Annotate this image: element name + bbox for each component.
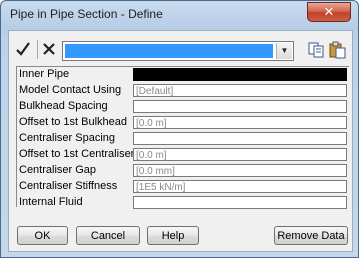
property-row-centraliser-spacing: Centraliser Spacing — [17, 131, 349, 147]
close-button[interactable]: ✕ — [307, 2, 351, 22]
centraliser-gap-field[interactable]: [0.0 mm] — [133, 164, 347, 177]
copy-icon — [308, 42, 324, 58]
toolbar-separator — [37, 40, 38, 59]
property-row-inner-pipe: Inner Pipe — [17, 67, 349, 83]
copy-button[interactable] — [308, 41, 326, 59]
property-row-internal-fluid: Internal Fluid — [17, 195, 349, 211]
cancel-button[interactable]: Cancel — [76, 226, 140, 245]
field-label: Model Contact Using — [19, 84, 122, 96]
property-row-centraliser-stiffness: Centraliser Stiffness [1E5 kN/m] — [17, 179, 349, 195]
accept-button[interactable] — [13, 39, 33, 59]
cancel-edit-button[interactable] — [39, 39, 59, 59]
title-bar[interactable]: Pipe in Pipe Section - Define ✕ — [1, 1, 358, 29]
dialog-window: Pipe in Pipe Section - Define ✕ ▼ Inner … — [0, 0, 359, 258]
centraliser-stiffness-field[interactable]: [1E5 kN/m] — [133, 180, 347, 193]
field-label: Offset to 1st Bulkhead — [19, 116, 128, 128]
field-label: Centraliser Stiffness — [19, 180, 118, 192]
field-label: Offset to 1st Centraliser — [19, 148, 135, 160]
centraliser-spacing-field[interactable] — [133, 132, 347, 145]
property-row-offset-bulkhead: Offset to 1st Bulkhead [0.0 m] — [17, 115, 349, 131]
property-row-centraliser-gap: Centraliser Gap [0.0 mm] — [17, 163, 349, 179]
field-label: Centraliser Spacing — [19, 132, 115, 144]
model-contact-field[interactable]: [Default] — [133, 84, 347, 97]
inner-pipe-field[interactable] — [133, 68, 347, 81]
property-grid: Inner Pipe Model Contact Using [Default]… — [16, 66, 349, 209]
dialog-client-area: ▼ Inner Pipe Model Contact Using [Defaul… — [8, 30, 353, 252]
bulkhead-spacing-field[interactable] — [133, 100, 347, 113]
field-label: Centraliser Gap — [19, 164, 97, 176]
paste-button[interactable] — [329, 41, 347, 59]
remove-data-button[interactable]: Remove Data — [274, 226, 348, 245]
object-select-dropdown[interactable]: ▼ — [62, 41, 294, 61]
check-icon — [16, 42, 30, 56]
internal-fluid-field[interactable] — [133, 196, 347, 209]
field-label: Inner Pipe — [19, 68, 70, 80]
paste-icon — [329, 41, 346, 59]
property-row-model-contact: Model Contact Using [Default] — [17, 83, 349, 99]
x-icon — [43, 43, 55, 55]
property-row-bulkhead-spacing: Bulkhead Spacing — [17, 99, 349, 115]
field-label: Internal Fluid — [19, 196, 83, 208]
offset-bulkhead-field[interactable]: [0.0 m] — [133, 116, 347, 129]
property-row-offset-centraliser: Offset to 1st Centraliser [0.0 m] — [17, 147, 349, 163]
window-title: Pipe in Pipe Section - Define — [10, 7, 163, 21]
ok-button[interactable]: OK — [17, 226, 68, 245]
field-label: Bulkhead Spacing — [19, 100, 108, 112]
help-button[interactable]: Help — [147, 226, 199, 245]
chevron-down-icon[interactable]: ▼ — [276, 43, 292, 59]
selected-item-highlight — [65, 44, 273, 58]
offset-centraliser-field[interactable]: [0.0 m] — [133, 148, 347, 161]
